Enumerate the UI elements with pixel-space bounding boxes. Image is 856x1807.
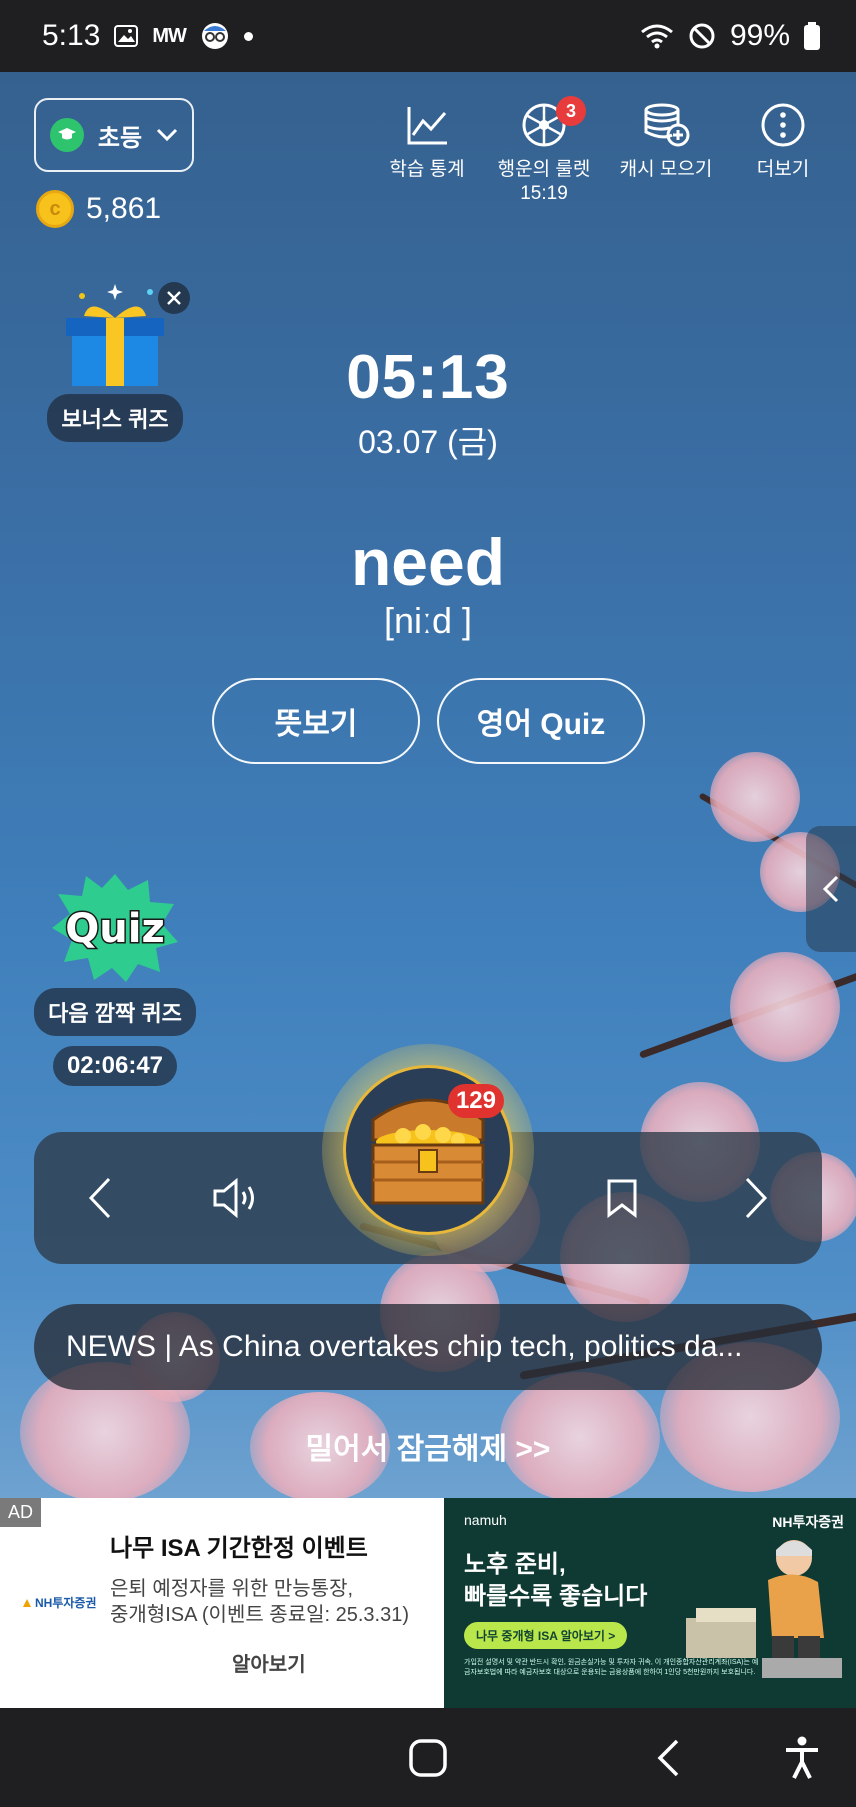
battery-text: 99% bbox=[729, 19, 790, 52]
nav-label: 행운의 룰렛 bbox=[497, 159, 591, 180]
home-icon bbox=[409, 1738, 447, 1777]
chevron-right-icon bbox=[745, 1177, 768, 1219]
side-panel-tab[interactable] bbox=[806, 826, 856, 952]
nav-more[interactable]: 더보기 bbox=[740, 98, 826, 206]
roulette-badge: 3 bbox=[556, 96, 586, 126]
status-left: 5:13 MW bbox=[42, 19, 253, 53]
chest-count-badge: 129 bbox=[447, 1084, 504, 1118]
ad-banner-cta[interactable]: 나무 중개형 ISA 알아보기 > bbox=[464, 1622, 628, 1649]
ad-banner-brand: namuh bbox=[464, 1512, 507, 1528]
back-button[interactable] bbox=[628, 1708, 708, 1807]
treasure-chest-button[interactable]: 129 bbox=[322, 1044, 534, 1256]
clock-date: 03.07 (금) bbox=[358, 424, 498, 460]
english-quiz-button[interactable]: 영어 Quiz bbox=[437, 678, 645, 764]
roulette-timer: 15:19 bbox=[520, 183, 568, 204]
wifi-icon bbox=[640, 23, 674, 49]
system-nav-bar bbox=[0, 1708, 856, 1807]
prev-word-button[interactable] bbox=[60, 1132, 140, 1264]
status-right: 99% bbox=[640, 19, 820, 53]
graduation-cap-icon bbox=[49, 118, 84, 152]
elderly-person-illustration bbox=[686, 1540, 842, 1678]
nh-logo-icon bbox=[23, 1598, 31, 1607]
coin-stack-icon bbox=[639, 98, 693, 152]
nav-lucky-roulette[interactable]: 3 행운의 룰렛 15:19 bbox=[496, 96, 592, 206]
more-icon bbox=[756, 98, 810, 152]
chevron-down-icon bbox=[156, 121, 178, 149]
chevron-left-icon bbox=[822, 875, 839, 903]
gallery-icon bbox=[114, 25, 139, 47]
bookmark-button[interactable] bbox=[582, 1132, 662, 1264]
grade-label: 초등 bbox=[97, 124, 143, 152]
dnd-icon bbox=[688, 22, 716, 50]
coin-icon: c bbox=[36, 190, 74, 228]
nav-label: 캐시 모으기 bbox=[619, 159, 713, 180]
meaning-button[interactable]: 뜻보기 bbox=[212, 678, 420, 764]
quiz-badge-text: Quiz bbox=[65, 906, 164, 952]
coin-count: 5,861 bbox=[86, 192, 162, 225]
nav-label: 학습 통계 bbox=[389, 159, 465, 180]
nav-collect-cash[interactable]: 캐시 모으기 bbox=[618, 98, 714, 206]
vocab-phonetic: [niːd ] bbox=[383, 600, 473, 641]
ad-banner[interactable]: NH투자증권 나무 ISA 기간한정 이벤트 은퇴 예정자를 위한 만능통장, … bbox=[0, 1498, 856, 1708]
clock-time: 05:13 bbox=[346, 343, 510, 412]
battery-icon bbox=[804, 22, 820, 50]
quiz-badge-icon: Quiz bbox=[50, 872, 180, 982]
ad-learn-more-button[interactable]: 알아보기 bbox=[232, 1648, 306, 1677]
nav-study-stats[interactable]: 학습 통계 bbox=[384, 98, 470, 206]
status-bar: 5:13 MW 99% bbox=[0, 0, 856, 72]
lock-screen[interactable]: 초등 c 5,861 학습 통계 3 행운의 룰렛 15:19 캐시 모으기 더… bbox=[0, 72, 856, 1498]
swipe-to-unlock[interactable]: 밀어서 잠금해제 >> bbox=[0, 1424, 856, 1468]
top-nav: 학습 통계 3 행운의 룰렛 15:19 캐시 모으기 더보기 bbox=[384, 96, 826, 206]
home-button[interactable] bbox=[388, 1708, 468, 1807]
status-time: 5:13 bbox=[42, 19, 101, 52]
speaker-button[interactable] bbox=[196, 1132, 276, 1264]
chevron-left-icon bbox=[88, 1177, 111, 1219]
accessibility-icon bbox=[786, 1736, 818, 1779]
ad-image-panel[interactable]: namuh NH투자증권 노후 준비, 빠를수록 좋습니다 나무 중개형 ISA… bbox=[444, 1498, 856, 1708]
ad-label: AD bbox=[0, 1498, 42, 1527]
ad-description-line1: 은퇴 예정자를 위한 만능통장, bbox=[110, 1578, 354, 1600]
coin-balance[interactable]: c 5,861 bbox=[36, 190, 161, 228]
ad-description-line2: 중개형ISA (이벤트 종료일: 25.3.31) bbox=[110, 1604, 410, 1626]
accessibility-button[interactable] bbox=[762, 1708, 842, 1807]
surprise-quiz[interactable]: Quiz 다음 깜짝 퀴즈 02:06:47 bbox=[30, 872, 200, 1086]
app-icon bbox=[200, 21, 230, 51]
back-icon bbox=[657, 1739, 679, 1776]
ad-title: 나무 ISA 기간한정 이벤트 bbox=[110, 1535, 368, 1562]
news-ticker[interactable]: NEWS | As China overtakes chip tech, pol… bbox=[34, 1304, 822, 1390]
nav-label: 더보기 bbox=[756, 159, 810, 180]
vocab-word: need bbox=[350, 525, 506, 599]
ad-logo: NH투자증권 bbox=[22, 1594, 97, 1611]
app-indicator: MW bbox=[152, 24, 187, 47]
chest-frame: 129 bbox=[343, 1065, 513, 1235]
ad-banner-headline2: 빠를수록 좋습니다 bbox=[464, 1583, 648, 1610]
surprise-quiz-timer: 02:06:47 bbox=[52, 1046, 178, 1086]
bookmark-icon bbox=[607, 1179, 637, 1218]
chart-icon bbox=[400, 98, 454, 152]
ad-banner-headline1: 노후 준비, bbox=[464, 1551, 566, 1578]
ad-text-panel[interactable]: NH투자증권 나무 ISA 기간한정 이벤트 은퇴 예정자를 위한 만능통장, … bbox=[0, 1498, 444, 1708]
next-word-button[interactable] bbox=[716, 1132, 796, 1264]
speaker-icon bbox=[213, 1178, 254, 1218]
surprise-quiz-label: 다음 깜짝 퀴즈 bbox=[34, 988, 196, 1036]
grade-selector[interactable]: 초등 bbox=[34, 98, 194, 172]
notification-dot bbox=[243, 31, 253, 41]
ad-logo-text: NH투자증권 bbox=[35, 1596, 97, 1610]
